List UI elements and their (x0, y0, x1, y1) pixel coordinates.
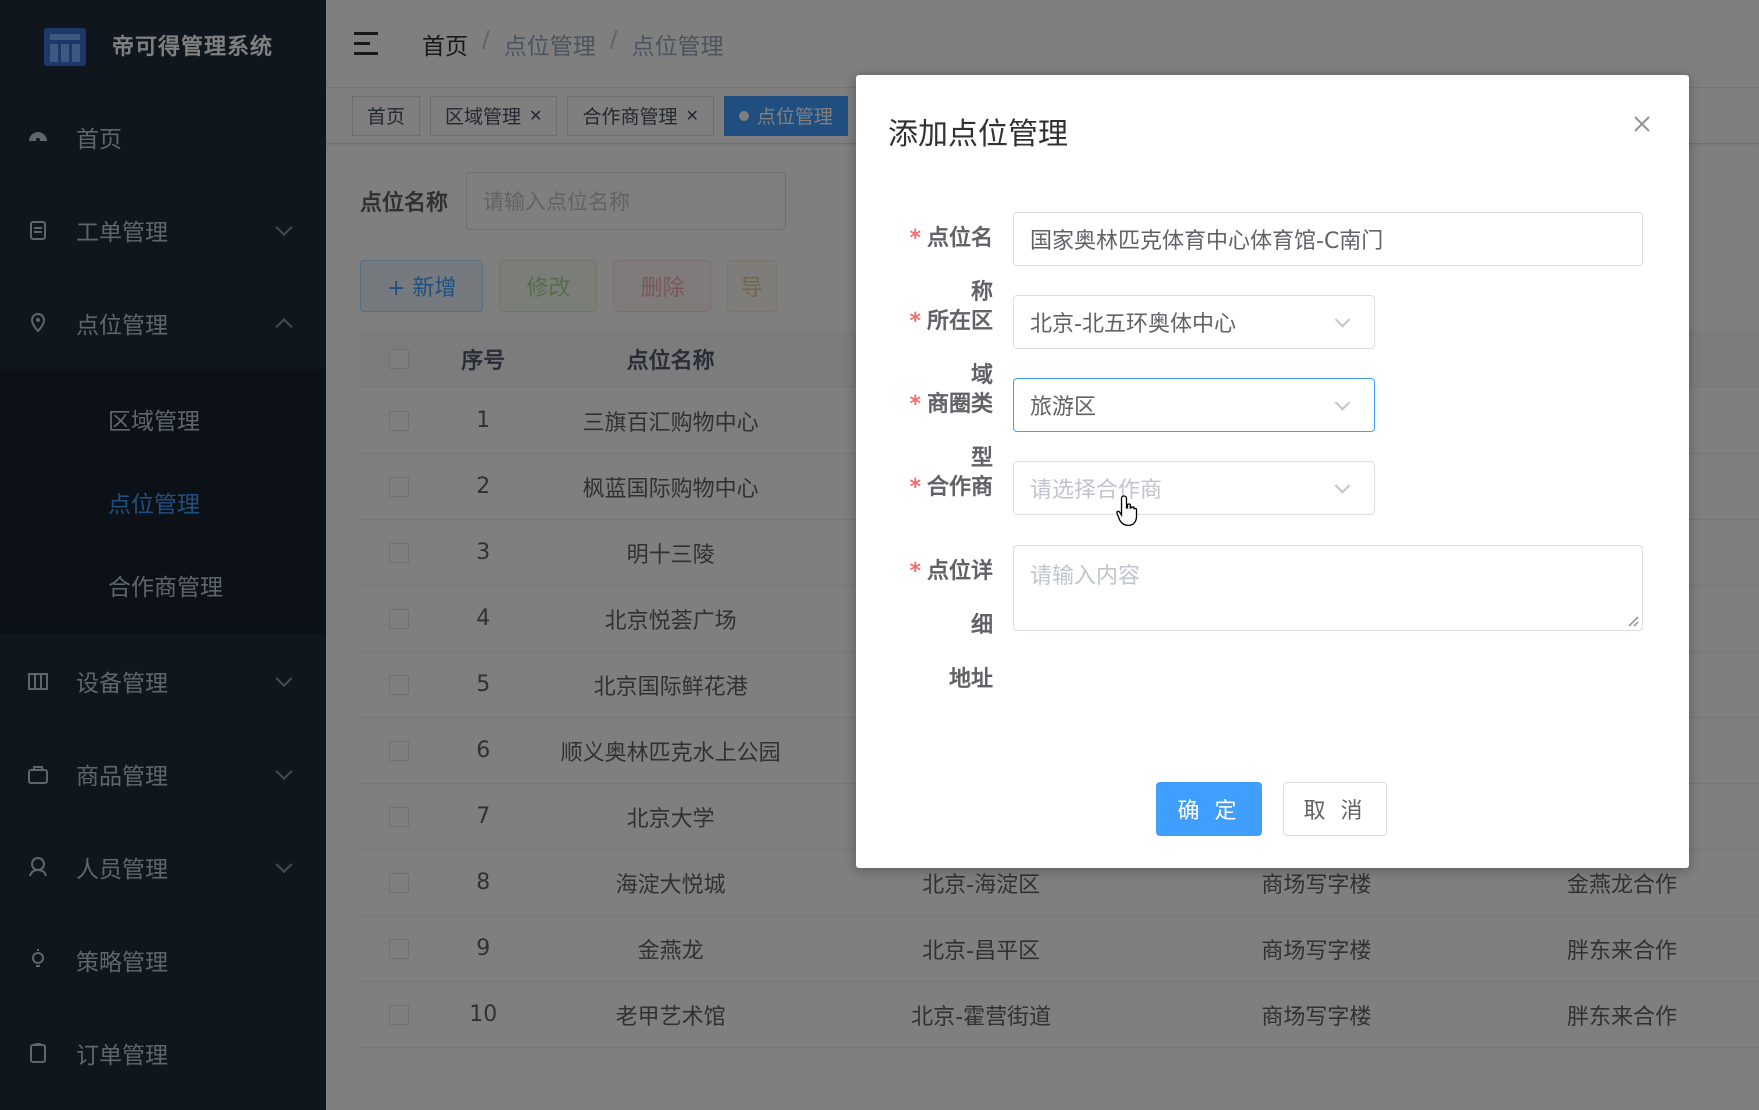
chevron-down-icon (1334, 478, 1351, 494)
address-textarea[interactable]: 请输入内容 (1013, 545, 1643, 631)
partner-select[interactable]: 请选择合作商 (1013, 461, 1375, 515)
region-select[interactable]: 北京-北五环奥体中心 (1013, 295, 1375, 349)
chevron-down-icon (1334, 395, 1351, 411)
cancel-button[interactable]: 取 消 (1283, 782, 1387, 836)
hand-cursor-icon (1116, 495, 1138, 527)
chevron-down-icon (1334, 312, 1351, 328)
confirm-button[interactable]: 确 定 (1156, 782, 1262, 836)
form-row-address: * 点位详细 地址 请输入内容 (888, 545, 1643, 707)
location-name-input[interactable]: 国家奥林匹克体育中心体育馆-C南门 (1013, 212, 1643, 266)
biz-type-select[interactable]: 旅游区 (1013, 378, 1375, 432)
add-location-dialog: 添加点位管理 * 点位名称 国家奥林匹克体育中心体育馆-C南门 * 所在区域 北京-… (856, 75, 1689, 868)
dialog-title: 添加点位管理 (888, 117, 1068, 152)
close-icon[interactable] (1629, 111, 1655, 137)
resize-handle-icon[interactable] (1627, 615, 1639, 627)
